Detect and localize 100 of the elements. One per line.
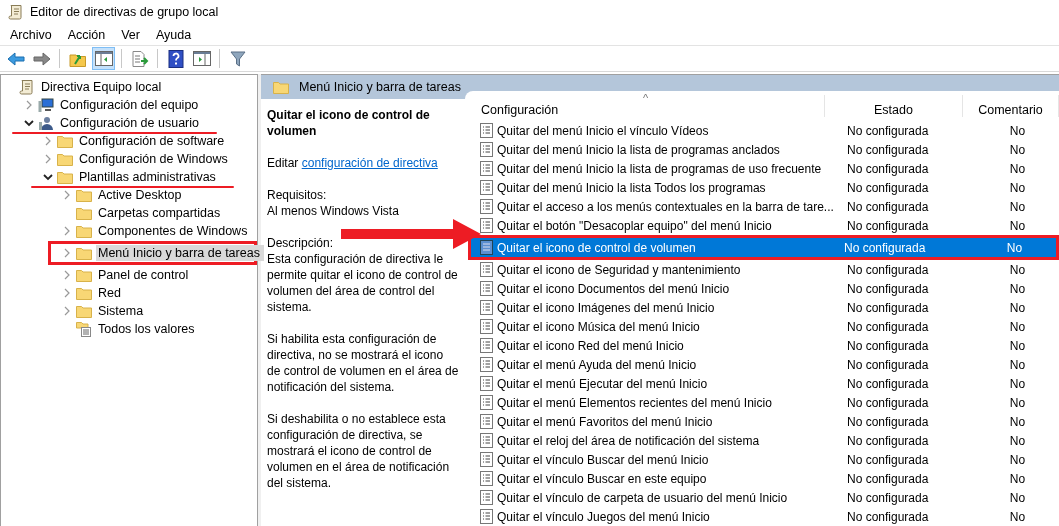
setting-row[interactable]: Quitar el menú Favoritos del menú Inicio No configurada No bbox=[478, 412, 1059, 431]
setting-icon bbox=[480, 123, 493, 138]
header-title: Menú Inicio y barra de tareas bbox=[299, 80, 461, 94]
setting-name: Quitar el icono Red del menú Inicio bbox=[497, 338, 684, 353]
setting-icon bbox=[480, 357, 493, 372]
state-cell-text: No configurada bbox=[846, 395, 930, 410]
filter-icon bbox=[229, 50, 246, 67]
export-list-icon bbox=[130, 50, 149, 67]
menu-item[interactable]: Archivo bbox=[4, 25, 58, 44]
state-cell-text: No configurada bbox=[846, 161, 930, 176]
state-cell-text: No configurada bbox=[846, 180, 930, 195]
state-cell-text: No configurada bbox=[846, 218, 930, 233]
setting-icon bbox=[480, 414, 493, 429]
state-cell-text: No configurada bbox=[846, 281, 930, 296]
setting-name: Quitar el vínculo Buscar del menú Inicio bbox=[497, 452, 709, 467]
expand-chevron-icon[interactable] bbox=[62, 306, 72, 316]
setting-name: Quitar el menú Ejecutar del menú Inicio bbox=[497, 376, 708, 391]
expand-chevron-icon[interactable] bbox=[24, 100, 34, 110]
setting-name: Quitar del menú Inicio el vínculo Vídeos bbox=[497, 123, 709, 138]
column-header[interactable]: Comentario bbox=[963, 95, 1059, 117]
expand-chevron-icon[interactable] bbox=[62, 190, 72, 200]
setting-row[interactable]: Quitar el reloj del área de notificación del sistema No configurada No bbox=[478, 431, 1059, 450]
tree-item[interactable]: Configuración de software bbox=[77, 133, 229, 149]
setting-row[interactable]: Quitar el vínculo Buscar en este equipo No configurada No bbox=[478, 469, 1059, 488]
folder-icon bbox=[76, 224, 92, 238]
setting-row[interactable]: Quitar el vínculo Buscar del menú Inicio No configurada No bbox=[478, 450, 1059, 469]
setting-icon bbox=[480, 161, 493, 176]
tree-item[interactable]: Carpetas compartidas bbox=[96, 205, 225, 221]
user-icon bbox=[38, 115, 54, 131]
description-text: Esta configuración de directiva le permite quitar el icono de control de volumen del área de control del sistema. bbox=[267, 251, 459, 315]
tree-item[interactable]: Configuración de Windows bbox=[77, 151, 232, 167]
state-cell-text: No configurada bbox=[846, 490, 930, 505]
setting-row[interactable]: Quitar el icono Red del menú Inicio No configurada No bbox=[478, 336, 1059, 355]
folder-icon bbox=[76, 188, 92, 202]
setting-row[interactable]: Quitar del menú Inicio el vínculo Vídeos No configurada No bbox=[478, 121, 1059, 140]
setting-row[interactable]: Quitar del menú Inicio la lista Todos los programas No configurada No bbox=[478, 178, 1059, 197]
state-cell-text: No configurada bbox=[846, 414, 930, 429]
tree-item[interactable]: Todos los valores bbox=[96, 321, 199, 337]
comment-cell-text: No bbox=[1008, 161, 1027, 176]
setting-row[interactable]: Quitar el menú Ayuda del menú Inicio No configurada No bbox=[478, 355, 1059, 374]
tree-item[interactable]: Componentes de Windows bbox=[96, 223, 252, 239]
setting-name: Quitar el icono Música del menú Inicio bbox=[497, 319, 700, 334]
tree-item[interactable]: Plantillas administrativas bbox=[77, 169, 220, 185]
expand-chevron-icon[interactable] bbox=[62, 226, 72, 236]
setting-name: Quitar el icono de control de volumen bbox=[497, 240, 696, 255]
expand-chevron-icon[interactable] bbox=[43, 136, 53, 146]
forward-arrow-icon bbox=[32, 51, 51, 66]
console-tree-icon bbox=[94, 51, 113, 66]
setting-row[interactable]: Quitar el icono de Seguridad y mantenimiento No configurada No bbox=[478, 260, 1059, 279]
setting-row[interactable]: Quitar el icono Imágenes del menú Inicio No configurada No bbox=[478, 298, 1059, 317]
setting-row[interactable]: Quitar el acceso a los menús contextuales en la barra de tare... No configurada No bbox=[478, 197, 1059, 216]
toolbar-button[interactable] bbox=[92, 47, 115, 70]
tree-item[interactable]: Menú Inicio y barra de tareas bbox=[96, 245, 264, 261]
setting-icon bbox=[480, 300, 493, 315]
policy-link[interactable]: configuración de directiva bbox=[301, 156, 438, 170]
expand-chevron-icon[interactable] bbox=[62, 288, 72, 298]
comment-cell-text: No bbox=[1008, 471, 1027, 486]
collapse-chevron-icon[interactable] bbox=[43, 172, 53, 182]
tree-item[interactable]: Panel de control bbox=[96, 267, 193, 283]
collapse-chevron-icon[interactable] bbox=[24, 118, 34, 128]
state-cell-text: No configurada bbox=[846, 123, 930, 138]
tree-item[interactable]: Red bbox=[96, 285, 125, 301]
computer-icon bbox=[38, 97, 54, 113]
tree-item[interactable]: Configuración del equipo bbox=[58, 97, 203, 113]
setting-icon bbox=[480, 240, 493, 255]
tree-item[interactable]: Directiva Equipo local bbox=[39, 79, 166, 95]
column-header[interactable]: Estado bbox=[825, 95, 963, 117]
menu-item[interactable]: Ver bbox=[115, 25, 146, 44]
setting-row[interactable]: Quitar el icono Documentos del menú Inicio No configurada No bbox=[478, 279, 1059, 298]
comment-cell-text: No bbox=[1008, 376, 1027, 391]
comment-cell-text: No bbox=[1008, 180, 1027, 195]
menu-item[interactable]: Acción bbox=[61, 25, 112, 44]
setting-row[interactable]: Quitar del menú Inicio la lista de programas de uso frecuente No configurada No bbox=[478, 159, 1059, 178]
tree-item[interactable]: Active Desktop bbox=[96, 187, 186, 203]
setting-row[interactable]: Quitar el vínculo de carpeta de usuario del menú Inicio No configurada No bbox=[478, 488, 1059, 507]
menu-item[interactable]: Ayuda bbox=[150, 25, 198, 44]
folder-icon bbox=[76, 268, 92, 282]
setting-icon bbox=[480, 180, 493, 195]
tree-item[interactable]: Configuración de usuario bbox=[58, 115, 203, 131]
comment-cell-text: No bbox=[1008, 319, 1027, 334]
comment-cell-text: No bbox=[1008, 395, 1027, 410]
setting-row[interactable]: Quitar el vínculo Juegos del menú Inicio No configurada No bbox=[478, 507, 1059, 526]
tree-item[interactable]: Sistema bbox=[96, 303, 148, 319]
setting-row[interactable]: Quitar el botón "Desacoplar equipo" del menú Inicio No configurada No bbox=[478, 216, 1059, 235]
expand-chevron-icon[interactable] bbox=[43, 154, 53, 164]
folder-icon bbox=[57, 152, 73, 166]
state-cell-text: No configurada bbox=[846, 142, 930, 157]
state-cell-text: No configurada bbox=[846, 376, 930, 391]
comment-cell-text: No bbox=[1008, 199, 1027, 214]
expand-chevron-icon[interactable] bbox=[62, 270, 72, 280]
setting-icon bbox=[480, 199, 493, 214]
setting-name: Quitar el reloj del área de notificación del sistema bbox=[497, 433, 760, 448]
expand-chevron-icon[interactable] bbox=[62, 248, 72, 258]
setting-row[interactable]: Quitar del menú Inicio la lista de programas anclados No configurada No bbox=[478, 140, 1059, 159]
setting-row[interactable]: Quitar el menú Ejecutar del menú Inicio No configurada No bbox=[478, 374, 1059, 393]
setting-row[interactable]: Quitar el icono Música del menú Inicio No configurada No bbox=[478, 317, 1059, 336]
scroll-icon bbox=[8, 4, 24, 20]
setting-row[interactable]: Quitar el menú Elementos recientes del menú Inicio No configurada No bbox=[478, 393, 1059, 412]
comment-cell-text: No bbox=[1008, 509, 1027, 524]
comment-cell-text: No bbox=[1008, 433, 1027, 448]
